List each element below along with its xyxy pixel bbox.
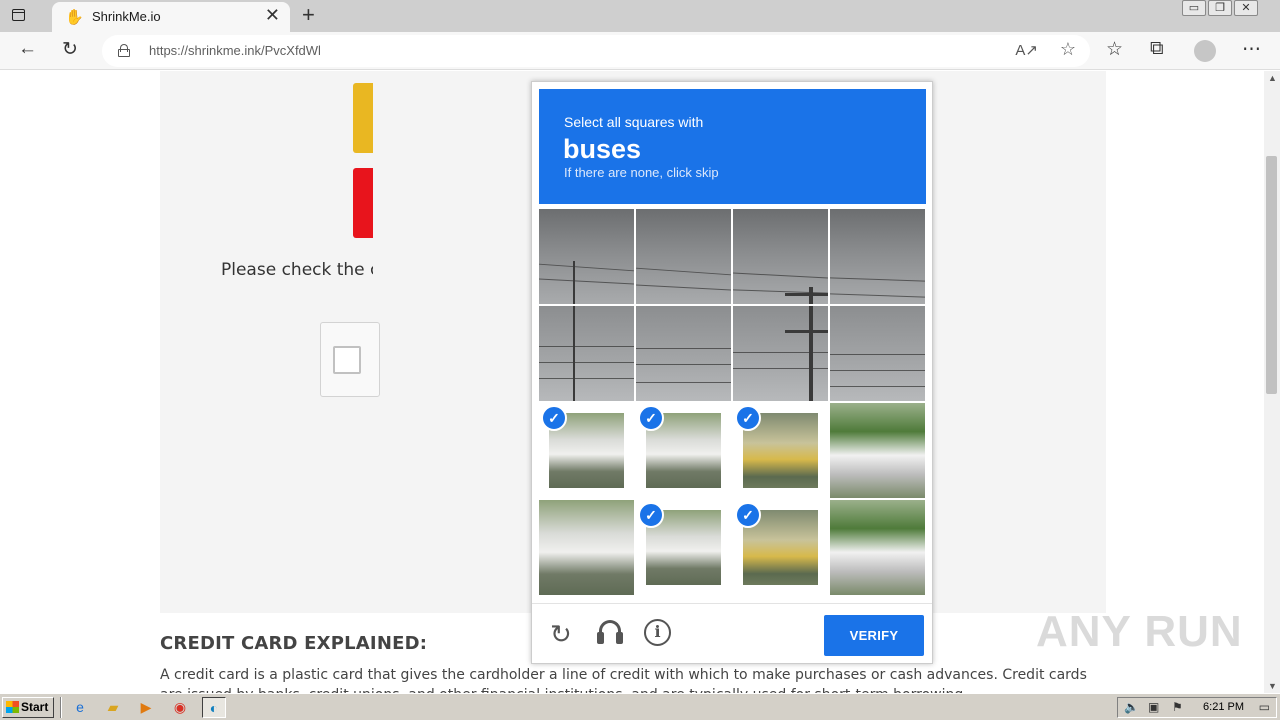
start-label: Start bbox=[21, 700, 49, 714]
checkmark-icon: ✓ bbox=[541, 405, 567, 431]
system-tray: 🔈 ▣ ⚑ 6:21 PM ▭ bbox=[1117, 697, 1277, 718]
tile-image bbox=[733, 209, 828, 304]
tile[interactable]: ✓ bbox=[539, 403, 634, 498]
tile-image bbox=[636, 209, 731, 304]
checkmark-icon: ✓ bbox=[735, 405, 761, 431]
close-tab-icon[interactable]: ✕ bbox=[265, 5, 280, 26]
tile[interactable] bbox=[733, 209, 828, 304]
media-player-icon[interactable]: ▶ bbox=[134, 697, 158, 718]
start-button[interactable]: Start bbox=[2, 697, 54, 718]
flag-icon[interactable]: ⚑ bbox=[1172, 700, 1183, 714]
tile-image bbox=[733, 306, 828, 401]
clock: 6:21 PM bbox=[1203, 701, 1244, 713]
tile[interactable] bbox=[636, 306, 731, 401]
anyrun-watermark: ANY RUN bbox=[1036, 607, 1243, 656]
read-aloud-icon[interactable]: A↗ bbox=[1015, 41, 1038, 59]
collections-icon[interactable]: ⧉ bbox=[1150, 38, 1164, 60]
reload-icon[interactable]: ↻ bbox=[62, 38, 78, 61]
captcha-challenge: Select all squares with buses If there a… bbox=[531, 81, 933, 664]
tile[interactable] bbox=[830, 500, 925, 595]
minimize-button[interactable]: ▭ bbox=[1182, 0, 1206, 16]
address-bar[interactable]: https://shrinkme.ink/PvcXfdWl A↗ ☆ bbox=[102, 35, 1090, 67]
window-controls: ▭ ❐ ✕ bbox=[1182, 0, 1272, 18]
captcha-reload-icon[interactable]: ↻ bbox=[550, 619, 572, 650]
restore-button[interactable]: ❐ bbox=[1208, 0, 1232, 16]
prompt-target: buses bbox=[563, 134, 642, 164]
tile[interactable]: ✓ bbox=[733, 500, 828, 595]
tile-image bbox=[539, 306, 634, 401]
tile-image bbox=[636, 306, 731, 401]
recaptcha-checkbox[interactable] bbox=[333, 346, 361, 374]
url-text[interactable]: https://shrinkme.ink/PvcXfdWl bbox=[149, 43, 321, 58]
challenge-footer: ↻ i VERIFY bbox=[532, 603, 932, 664]
scroll-down-icon[interactable]: ▼ bbox=[1268, 681, 1277, 691]
show-desktop-icon[interactable]: ▭ bbox=[1259, 700, 1270, 714]
close-window-button[interactable]: ✕ bbox=[1234, 0, 1258, 16]
recaptcha-widget bbox=[320, 322, 380, 397]
headphones-icon[interactable] bbox=[596, 620, 624, 646]
scroll-thumb[interactable] bbox=[1266, 156, 1277, 394]
browser-toolbar: ← ↻ https://shrinkme.ink/PvcXfdWl A↗ ☆ ☆… bbox=[0, 32, 1280, 70]
checkmark-icon: ✓ bbox=[735, 502, 761, 528]
tile-image bbox=[539, 209, 634, 304]
tile-image bbox=[830, 306, 925, 401]
tile[interactable] bbox=[830, 306, 925, 401]
tile-image bbox=[830, 403, 925, 498]
tile-grid: ✓ ✓ ✓ ✓ ✓ bbox=[539, 209, 926, 596]
back-icon[interactable]: ← bbox=[18, 38, 37, 60]
network-icon[interactable]: ▣ bbox=[1148, 700, 1159, 714]
tile-image bbox=[830, 209, 925, 304]
tab-bar: ✋ ShrinkMe.io ✕ + ▭ ❐ ✕ bbox=[0, 0, 1280, 32]
ad-banner-red[interactable] bbox=[353, 168, 373, 238]
profile-icon[interactable] bbox=[1194, 40, 1216, 62]
windows-logo-icon bbox=[6, 701, 19, 713]
tab-actions-icon[interactable] bbox=[8, 6, 30, 26]
page-scrollbar[interactable]: ▲ ▼ bbox=[1264, 71, 1280, 693]
favorites-icon[interactable]: ☆ bbox=[1106, 38, 1123, 61]
taskbar: Start e ▰ ▶ ◉ ◐ 🔈 ▣ ⚑ 6:21 PM ▭ bbox=[0, 693, 1280, 720]
tile[interactable] bbox=[830, 209, 925, 304]
tile[interactable]: ✓ bbox=[636, 403, 731, 498]
explorer-folder-icon[interactable]: ▰ bbox=[101, 697, 125, 718]
edge-icon[interactable]: ◐ bbox=[202, 697, 226, 718]
checkmark-icon: ✓ bbox=[638, 405, 664, 431]
tile[interactable] bbox=[539, 500, 634, 595]
captcha-instruction-text: Please check the ca bbox=[221, 260, 373, 280]
new-tab-icon[interactable]: + bbox=[302, 2, 315, 28]
add-favorite-icon[interactable]: ☆ bbox=[1060, 39, 1076, 60]
lock-icon[interactable] bbox=[118, 44, 130, 57]
menu-icon[interactable]: ⋯ bbox=[1242, 38, 1261, 61]
tab-title: ShrinkMe.io bbox=[92, 9, 161, 24]
prompt-hint: If there are none, click skip bbox=[564, 165, 719, 180]
ie-icon[interactable]: e bbox=[68, 697, 92, 718]
taskbar-separator bbox=[60, 697, 62, 718]
tile-image bbox=[539, 500, 634, 595]
ad-banner-yellow[interactable] bbox=[353, 83, 373, 153]
tile[interactable]: ✓ bbox=[636, 500, 731, 595]
volume-icon[interactable]: 🔈 bbox=[1124, 700, 1139, 714]
checkmark-icon: ✓ bbox=[638, 502, 664, 528]
info-icon[interactable]: i bbox=[644, 619, 671, 646]
tile[interactable] bbox=[733, 306, 828, 401]
tab-shrinkme[interactable]: ✋ ShrinkMe.io ✕ bbox=[52, 2, 290, 32]
section-heading: CREDIT CARD EXPLAINED: bbox=[160, 633, 428, 654]
tile[interactable]: ✓ bbox=[733, 403, 828, 498]
section-body: A credit card is a plastic card that giv… bbox=[160, 667, 1087, 693]
challenge-header: Select all squares with buses If there a… bbox=[539, 89, 926, 204]
tile[interactable] bbox=[830, 403, 925, 498]
chrome-icon[interactable]: ◉ bbox=[168, 697, 192, 718]
scroll-up-icon[interactable]: ▲ bbox=[1268, 73, 1277, 83]
tile-image bbox=[830, 500, 925, 595]
tile[interactable] bbox=[636, 209, 731, 304]
verify-button[interactable]: VERIFY bbox=[824, 615, 924, 656]
tile[interactable] bbox=[539, 306, 634, 401]
hand-favicon-icon: ✋ bbox=[65, 9, 84, 26]
tile[interactable] bbox=[539, 209, 634, 304]
prompt-line: Select all squares with bbox=[564, 114, 704, 130]
